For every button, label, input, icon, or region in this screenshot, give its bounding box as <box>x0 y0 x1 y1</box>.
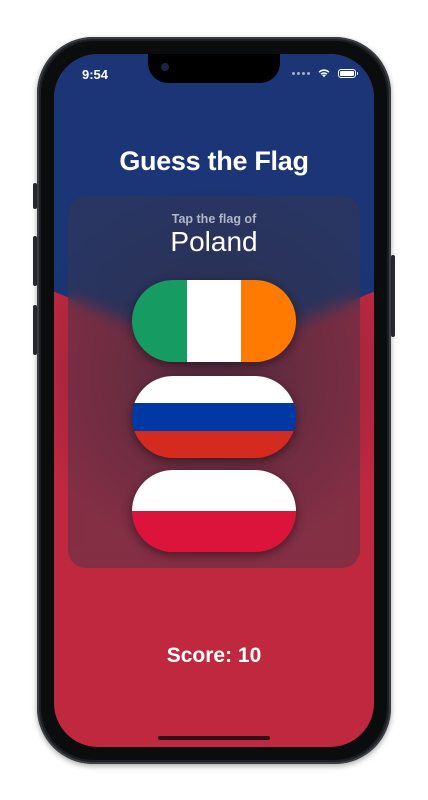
flag-stripe <box>132 511 296 552</box>
power-button <box>391 255 395 337</box>
flag-stripe <box>132 280 187 362</box>
flag-stripe <box>132 470 296 511</box>
flag-stripe <box>186 280 242 362</box>
home-indicator[interactable] <box>158 736 270 740</box>
status-time: 9:54 <box>82 67 109 82</box>
flag-stripe <box>132 430 296 458</box>
wifi-icon <box>318 69 330 78</box>
flag-stripe <box>241 280 296 362</box>
flag-button-poland[interactable] <box>132 470 296 552</box>
flag-button-russia[interactable] <box>132 376 296 458</box>
flag-stripe <box>132 376 296 404</box>
page-title: Guess the Flag <box>119 146 309 176</box>
app-screen: 9:54 Guess the Flag Tap the flag of Pola… <box>54 54 374 747</box>
status-icons <box>292 68 358 78</box>
cellular-dots-icon <box>292 71 310 75</box>
target-country: Poland <box>170 226 258 257</box>
device-frame: 9:54 Guess the Flag Tap the flag of Pola… <box>0 0 428 800</box>
flag-button-ireland[interactable] <box>132 280 296 362</box>
battery-icon <box>338 68 358 78</box>
score-label: Score: 10 <box>166 644 262 667</box>
camera-notch <box>148 54 280 83</box>
flag-stripe <box>132 403 296 431</box>
camera-icon <box>161 63 169 71</box>
prompt-label: Tap the flag of <box>171 212 257 226</box>
question-card: Tap the flag of Poland <box>68 196 360 568</box>
